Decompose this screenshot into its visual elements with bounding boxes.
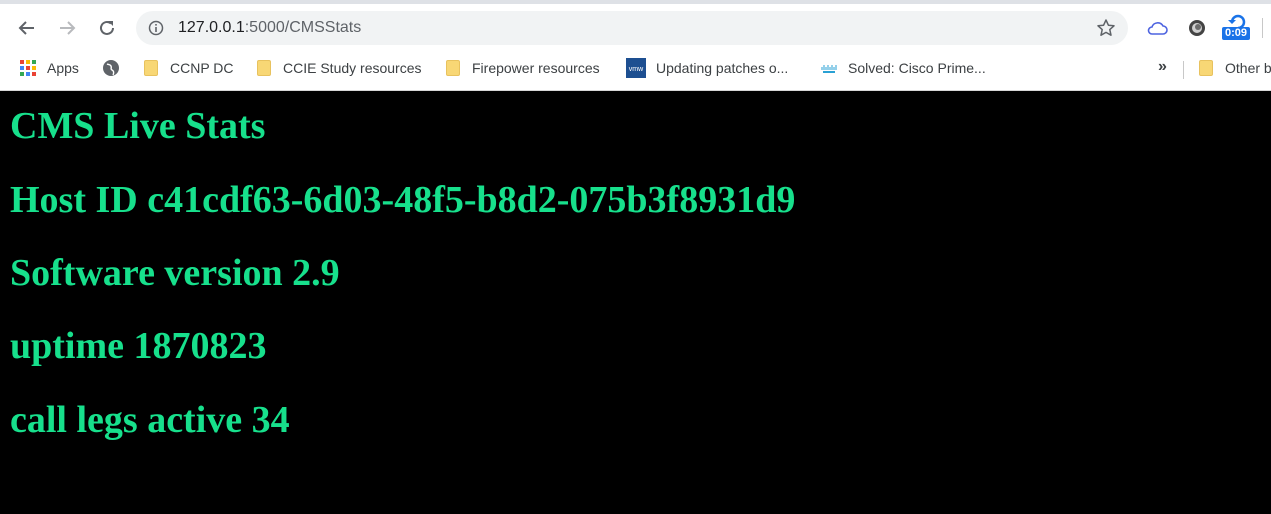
- apps-grid-icon: [20, 60, 36, 76]
- bookmark-folder-ccnp-dc[interactable]: CCNP DC: [142, 57, 234, 79]
- bookmark-star-icon[interactable]: [1096, 18, 1116, 38]
- browser-toolbar: 127.0.0.1:5000/CMSStats 0:09: [0, 4, 1271, 51]
- bookmark-label: Other b: [1225, 60, 1271, 76]
- bookmark-updating-patches[interactable]: vmw Updating patches o...: [626, 57, 788, 79]
- call-legs-line: call legs active 34: [10, 399, 290, 441]
- extension-button[interactable]: [1185, 16, 1209, 40]
- arrow-left-icon: [18, 21, 34, 35]
- bookmarks-divider: [1183, 61, 1184, 79]
- arrow-right-icon: [60, 21, 76, 35]
- bookmark-globe[interactable]: [102, 57, 130, 79]
- toolbar-divider: [1262, 18, 1263, 38]
- folder-icon: [255, 59, 273, 77]
- svg-text:vmw: vmw: [629, 66, 644, 73]
- bookmark-folder-ccie[interactable]: CCIE Study resources: [255, 57, 422, 79]
- url-path: :5000/CMSStats: [244, 19, 362, 36]
- bookmark-label: Solved: Cisco Prime...: [848, 60, 986, 76]
- bookmark-label: CCNP DC: [170, 60, 234, 76]
- address-bar[interactable]: 127.0.0.1:5000/CMSStats: [136, 11, 1128, 45]
- vmware-icon: vmw: [626, 58, 646, 78]
- info-icon[interactable]: [148, 20, 164, 36]
- browser-chrome: 127.0.0.1:5000/CMSStats 0:09 Apps CCNP D…: [0, 0, 1271, 91]
- bookmark-other-bookmarks[interactable]: Other b: [1197, 57, 1271, 79]
- url-text[interactable]: 127.0.0.1:5000/CMSStats: [178, 18, 361, 38]
- extension-badge: 0:09: [1222, 27, 1250, 40]
- bookmark-label: Updating patches o...: [656, 60, 789, 76]
- cisco-icon: [821, 65, 837, 73]
- page-title: CMS Live Stats: [10, 105, 266, 147]
- software-version-line: Software version 2.9: [10, 252, 340, 294]
- bookmarks-overflow-button[interactable]: »: [1158, 58, 1167, 76]
- bookmarks-bar: Apps CCNP DC CCIE Study resources Firepo…: [0, 51, 1271, 85]
- back-button[interactable]: [13, 14, 41, 42]
- cloud-extension-button[interactable]: [1145, 16, 1169, 40]
- bookmark-folder-firepower[interactable]: Firepower resources: [444, 57, 600, 79]
- bookmark-label: Apps: [47, 60, 79, 76]
- reload-button[interactable]: [93, 14, 121, 42]
- globe-icon: [103, 60, 119, 76]
- timer-extension-button[interactable]: 0:09: [1222, 12, 1252, 42]
- reload-icon: [100, 20, 114, 35]
- url-host: 127.0.0.1: [178, 19, 245, 36]
- forward-button[interactable]: [53, 14, 81, 42]
- folder-icon: [444, 59, 462, 77]
- folder-icon: [1197, 59, 1215, 77]
- page-content: CMS Live Stats Host ID c41cdf63-6d03-48f…: [0, 91, 1271, 514]
- bookmark-label: CCIE Study resources: [283, 60, 422, 76]
- uptime-line: uptime 1870823: [10, 325, 267, 367]
- bookmark-cisco-prime[interactable]: Solved: Cisco Prime...: [820, 57, 986, 79]
- host-id-line: Host ID c41cdf63-6d03-48f5-b8d2-075b3f89…: [10, 179, 796, 221]
- cloud-icon: [1147, 22, 1168, 35]
- circle-extension-icon: [1189, 20, 1205, 36]
- folder-icon: [142, 59, 160, 77]
- bookmark-apps[interactable]: Apps: [19, 57, 79, 79]
- bookmark-label: Firepower resources: [472, 60, 600, 76]
